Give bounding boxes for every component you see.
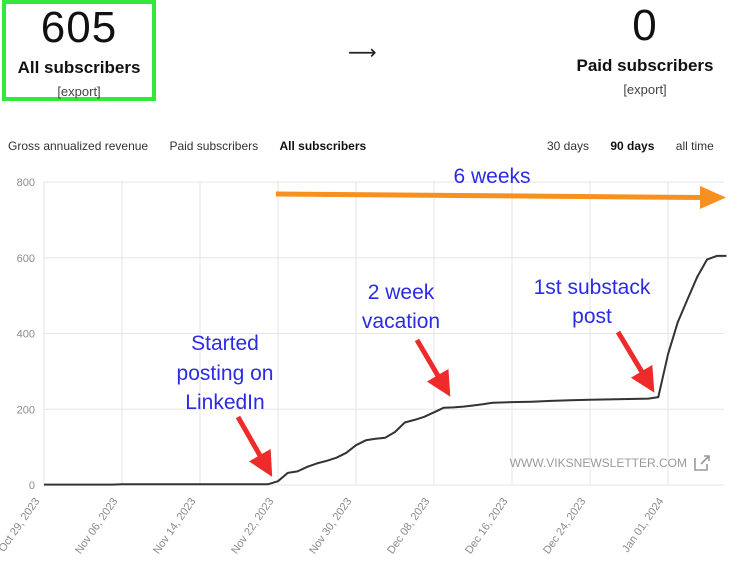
external-link-icon[interactable] [694,455,710,471]
annotation-substack-line-2: post [572,305,612,328]
x-tick-label: Dec 24, 2023 [541,496,588,556]
x-tick-label: Nov 14, 2023 [151,496,198,556]
arrow-head-icon [700,186,726,209]
tab-gross-annualized-revenue[interactable]: Gross annualized revenue [8,139,148,153]
linkedin-arrow [235,415,273,477]
x-tick-label: Nov 22, 2023 [229,496,276,556]
tab-all-time[interactable]: all time [676,139,714,153]
all-subscribers-stat: 605 All subscribers [export] [2,0,156,101]
y-axis: 0 200 400 600 800 [17,177,35,492]
vacation-arrow [414,338,451,397]
tab-30-days[interactable]: 30 days [547,139,589,153]
substack-arrow [615,330,655,393]
x-tick-label: Dec 16, 2023 [463,496,510,556]
x-tick-label: Jan 01, 2024 [620,496,666,555]
six-weeks-arrow [275,186,726,209]
right-arrow-icon: ⟶ [348,42,377,64]
all-subscribers-label: All subscribers [17,58,141,77]
tab-90-days[interactable]: 90 days [610,139,654,153]
all-subscribers-count: 605 [40,3,118,52]
all-subscribers-export-link[interactable]: [export] [6,84,152,99]
annotation-linkedin-line-3: LinkedIn [185,391,264,414]
y-tick-label: 200 [17,404,35,416]
x-axis: Oct 29, 2023 Nov 06, 2023 Nov 14, 2023 Nov … [0,496,666,556]
paid-subscribers-export-link[interactable]: [export] [565,82,725,97]
annotation-six-weeks: 6 weeks [453,165,530,188]
x-tick-label: Nov 30, 2023 [307,496,354,556]
tab-paid-subscribers[interactable]: Paid subscribers [169,139,258,153]
paid-subscribers-label: Paid subscribers [576,56,714,75]
paid-subscribers-count: 0 [632,1,658,50]
y-tick-label: 400 [17,329,35,341]
annotation-linkedin-line-1: Started [191,332,259,355]
annotation-linkedin-line-2: posting on [177,362,274,385]
watermark: WWW.VIKSNEWSLETTER.COM [510,456,687,470]
metric-tabs: Gross annualized revenue Paid subscriber… [8,139,384,153]
y-tick-label: 0 [29,480,35,492]
x-tick-label: Oct 29, 2023 [0,496,42,554]
subscribers-chart: 0 200 400 600 800 Oct 29, 2023 Nov 06, 2023 No… [0,165,727,556]
annotation-vacation-line-2: vacation [362,310,440,333]
paid-subscribers-stat: 0 Paid subscribers [export] [565,0,725,101]
y-tick-label: 600 [17,253,35,265]
x-tick-label: Nov 06, 2023 [73,496,120,556]
y-tick-label: 800 [17,177,35,189]
annotation-vacation-line-1: 2 week [368,281,435,304]
range-tabs: 30 days 90 days all time [547,139,732,153]
tab-all-subscribers[interactable]: All subscribers [280,139,367,153]
chart-grid [43,181,724,486]
x-tick-label: Dec 08, 2023 [385,496,432,556]
annotation-substack-line-1: 1st substack [534,276,651,299]
